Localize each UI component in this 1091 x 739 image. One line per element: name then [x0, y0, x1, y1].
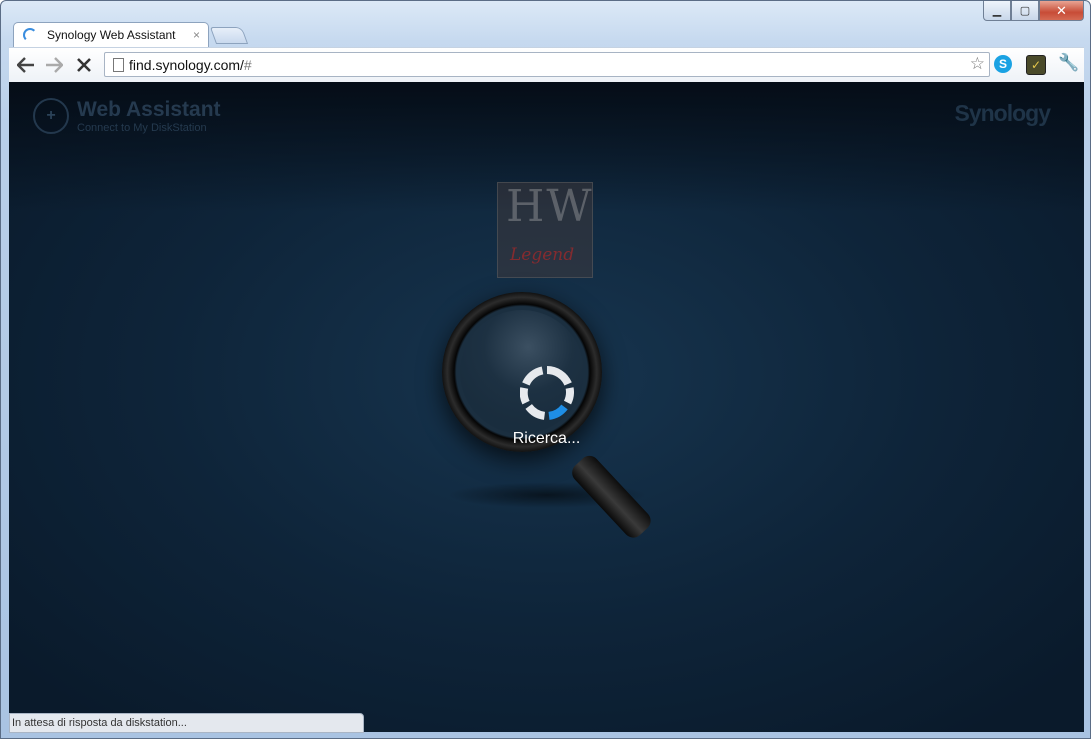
- extension-badge-icon[interactable]: ✓: [1026, 55, 1046, 75]
- wrench-icon[interactable]: 🔧: [1058, 53, 1079, 73]
- app-subtitle: Connect to My DiskStation: [77, 122, 207, 134]
- browser-window: ▁ ▢ ✕ Synology Web Assistant × find.syno…: [0, 0, 1091, 739]
- hwlegend-watermark: HW Legend: [497, 181, 593, 278]
- skype-extension-icon[interactable]: S: [994, 55, 1012, 73]
- synology-logo: Synology: [954, 100, 1051, 126]
- window-controls: ▁ ▢ ✕: [983, 1, 1084, 21]
- tab-synology-web-assistant[interactable]: Synology Web Assistant ×: [13, 22, 209, 47]
- close-window-button[interactable]: ✕: [1039, 1, 1084, 21]
- searching-label: Ricerca...: [512, 430, 581, 447]
- minimize-button[interactable]: ▁: [983, 1, 1011, 21]
- app-title: Web Assistant: [77, 98, 221, 121]
- url-text[interactable]: find.synology.com/#: [129, 57, 252, 73]
- web-assistant-logo-icon: +: [33, 98, 69, 134]
- new-tab-button[interactable]: [209, 27, 249, 44]
- page-content: + Web Assistant Connect to My DiskStatio…: [9, 82, 1084, 732]
- loading-spinner-icon: [23, 28, 37, 42]
- forward-arrow-icon[interactable]: [43, 54, 65, 76]
- back-arrow-icon[interactable]: [15, 54, 37, 76]
- stop-loading-icon[interactable]: [73, 54, 95, 76]
- bookmark-star-icon[interactable]: ☆: [970, 54, 985, 74]
- page-icon: [113, 58, 124, 72]
- tab-close-icon[interactable]: ×: [193, 28, 200, 42]
- loading-spinner-icon: [520, 366, 574, 420]
- tab-title: Synology Web Assistant: [47, 28, 176, 42]
- maximize-button[interactable]: ▢: [1011, 1, 1039, 21]
- browser-toolbar: find.synology.com/# ☆ S ✓ 🔧: [9, 47, 1084, 82]
- address-bar[interactable]: find.synology.com/# ☆: [104, 52, 990, 77]
- status-bar: In attesa di risposta da diskstation...: [9, 713, 364, 733]
